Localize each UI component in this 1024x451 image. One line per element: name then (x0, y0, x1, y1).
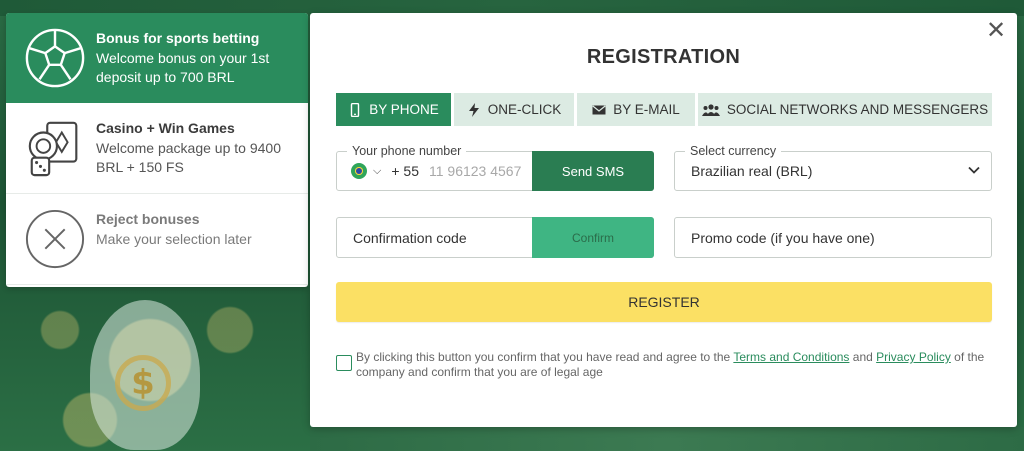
envelope-icon (592, 105, 606, 114)
chevron-down-icon[interactable] (967, 163, 981, 177)
bonus-description: Make your selection later (96, 231, 252, 247)
terms-and: and (852, 350, 873, 364)
confirmation-code-placeholder: Confirmation code (353, 230, 467, 246)
tab-one-click[interactable]: ONE-CLICK (454, 93, 574, 126)
users-icon (701, 103, 720, 116)
phone-input[interactable] (428, 163, 523, 179)
bonus-panel: Bonus for sports betting Welcome bonus o… (6, 13, 308, 287)
modal-title: REGISTRATION (586, 46, 741, 68)
send-sms-button[interactable]: Send SMS (532, 151, 654, 191)
close-icon[interactable]: ✕ (985, 18, 1007, 42)
country-code: + 55 (391, 163, 419, 179)
terms-prefix: By clicking this button you confirm that… (356, 350, 731, 364)
currency-select[interactable]: Select currency Brazilian real (BRL) (674, 144, 992, 191)
privacy-policy-link[interactable]: Privacy Policy (876, 350, 951, 364)
terms-text: By clicking this button you confirm that… (356, 350, 996, 380)
casino-chips-cards-icon (28, 121, 78, 177)
terms-and-conditions-link[interactable]: Terms and Conditions (733, 350, 849, 364)
tab-label: SOCIAL NETWORKS AND MESSENGERS (726, 102, 989, 117)
tab-label: BY PHONE (369, 102, 439, 117)
phone-field-label: Your phone number (347, 144, 467, 158)
registration-modal: ✕ REGISTRATION BY PHONE ONE-CLICK BY E-M… (310, 13, 1017, 427)
currency-value: Brazilian real (BRL) (691, 163, 813, 179)
soccer-ball-icon (25, 28, 85, 88)
confirm-button[interactable]: Confirm (532, 217, 654, 258)
bonus-option-casino[interactable]: Casino + Win Games Welcome package up to… (6, 103, 308, 194)
bonus-title: Reject bonuses (96, 211, 200, 227)
bonus-description: Welcome bonus on your 1st deposit up to … (96, 50, 270, 85)
phone-icon (351, 102, 360, 117)
bonus-option-sports[interactable]: Bonus for sports betting Welcome bonus o… (6, 13, 308, 103)
brazil-flag-icon[interactable] (351, 163, 367, 179)
reject-x-icon (25, 209, 85, 269)
bonus-title: Bonus for sports betting (96, 30, 260, 46)
register-button[interactable]: REGISTER (336, 282, 992, 322)
bonus-title: Casino + Win Games (96, 120, 235, 136)
lightning-icon (468, 102, 479, 117)
tab-social-networks[interactable]: SOCIAL NETWORKS AND MESSENGERS (698, 93, 992, 126)
promo-code-field[interactable]: Promo code (if you have one) (674, 217, 992, 258)
bonus-description: Welcome package up to 9400 BRL + 150 FS (96, 140, 281, 175)
bonus-option-reject[interactable]: Reject bonuses Make your selection later (6, 194, 308, 285)
background-dollar-icon: $ (115, 355, 171, 411)
chevron-down-icon[interactable]: ⌵ (373, 165, 381, 178)
terms-checkbox[interactable] (336, 355, 352, 371)
tab-by-email[interactable]: BY E-MAIL (577, 93, 695, 126)
tab-label: BY E-MAIL (613, 102, 680, 117)
currency-field-label: Select currency (685, 144, 782, 158)
promo-code-placeholder: Promo code (if you have one) (691, 230, 875, 246)
registration-tabs: BY PHONE ONE-CLICK BY E-MAIL SOCIAL NETW… (336, 93, 992, 126)
terms-row: By clicking this button you confirm that… (336, 350, 996, 380)
tab-by-phone[interactable]: BY PHONE (336, 93, 451, 126)
background-bottom-bar (310, 427, 1024, 451)
tab-label: ONE-CLICK (487, 102, 562, 117)
